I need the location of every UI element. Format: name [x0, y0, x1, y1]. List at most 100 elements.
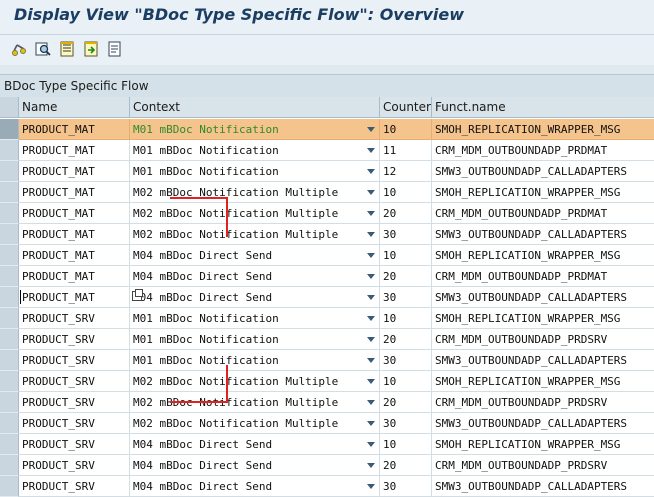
- cell-counter[interactable]: 30: [380, 350, 432, 371]
- print-icon[interactable]: [106, 40, 124, 58]
- row-selector[interactable]: [0, 329, 19, 350]
- cell-context[interactable]: M02 mBDoc Notification Multiple: [130, 371, 380, 392]
- row-selector[interactable]: [0, 182, 19, 203]
- dropdown-arrow-icon[interactable]: [367, 442, 375, 447]
- cell-name[interactable]: PRODUCT_SRV: [19, 392, 130, 413]
- cell-context[interactable]: M01 mBDoc Notification: [130, 350, 380, 371]
- list-icon[interactable]: [58, 40, 76, 58]
- cell-name[interactable]: PRODUCT_SRV: [19, 413, 130, 434]
- cell-context[interactable]: M04 mBDoc Direct Send: [130, 434, 380, 455]
- table-row[interactable]: PRODUCT_SRV M01 mBDoc Notification 30 SMW3_…: [0, 350, 654, 371]
- dropdown-arrow-icon[interactable]: [367, 169, 375, 174]
- cell-counter[interactable]: 30: [380, 287, 432, 308]
- dropdown-arrow-icon[interactable]: [367, 295, 375, 300]
- dropdown-arrow-icon[interactable]: [367, 358, 375, 363]
- table-row[interactable]: PRODUCT_MAT M01 mBDoc Notification 10 SMOH_…: [0, 119, 654, 140]
- cell-function-name[interactable]: CRM_MDM_OUTBOUNDADP_PRDSRV: [432, 329, 654, 350]
- cell-counter[interactable]: 20: [380, 203, 432, 224]
- cell-name[interactable]: PRODUCT_MAT: [19, 203, 130, 224]
- cell-context[interactable]: M01 mBDoc Notification: [130, 308, 380, 329]
- cell-function-name[interactable]: CRM_MDM_OUTBOUNDADP_PRDSRV: [432, 455, 654, 476]
- cell-context[interactable]: M02 mBDoc Notification Multiple: [130, 182, 380, 203]
- cell-function-name[interactable]: SMOH_REPLICATION_WRAPPER_MSG: [432, 245, 654, 266]
- cell-name[interactable]: PRODUCT_MAT: [19, 140, 130, 161]
- row-selector[interactable]: [0, 161, 19, 182]
- dropdown-arrow-icon[interactable]: [367, 400, 375, 405]
- cell-counter[interactable]: 10: [380, 434, 432, 455]
- cell-counter[interactable]: 11: [380, 140, 432, 161]
- cell-name[interactable]: PRODUCT_SRV: [19, 308, 130, 329]
- cell-function-name[interactable]: SMW3_OUTBOUNDADP_CALLADAPTERS: [432, 161, 654, 182]
- cell-function-name[interactable]: SMOH_REPLICATION_WRAPPER_MSG: [432, 182, 654, 203]
- cell-context[interactable]: M01 mBDoc Notification: [130, 119, 380, 140]
- cell-counter[interactable]: 30: [380, 476, 432, 497]
- cell-name[interactable]: PRODUCT_MAT: [19, 266, 130, 287]
- table-row[interactable]: PRODUCT_SRV M04 mBDoc Direct Send 20 CRM_MD…: [0, 455, 654, 476]
- table-row[interactable]: PRODUCT_MAT M01 mBDoc Notification 11 CRM_M…: [0, 140, 654, 161]
- column-header-context[interactable]: Context: [130, 97, 380, 118]
- table-row[interactable]: PRODUCT_SRV M04 mBDoc Direct Send 10 SMOH_R…: [0, 434, 654, 455]
- cell-function-name[interactable]: SMW3_OUTBOUNDADP_CALLADAPTERS: [432, 413, 654, 434]
- cell-function-name[interactable]: SMW3_OUTBOUNDADP_CALLADAPTERS: [432, 224, 654, 245]
- cell-function-name[interactable]: SMW3_OUTBOUNDADP_CALLADAPTERS: [432, 287, 654, 308]
- table-row[interactable]: PRODUCT_SRV M01 mBDoc Notification 20 CRM_M…: [0, 329, 654, 350]
- row-selector[interactable]: [0, 140, 19, 161]
- row-selector[interactable]: [0, 119, 19, 140]
- cell-function-name[interactable]: SMOH_REPLICATION_WRAPPER_MSG: [432, 434, 654, 455]
- cell-counter[interactable]: 20: [380, 329, 432, 350]
- cell-function-name[interactable]: SMOH_REPLICATION_WRAPPER_MSG: [432, 308, 654, 329]
- table-row[interactable]: PRODUCT_SRV M02 mBDoc Notification Multip…: [0, 392, 654, 413]
- row-selector[interactable]: [0, 224, 19, 245]
- cell-counter[interactable]: 30: [380, 224, 432, 245]
- cell-name[interactable]: PRODUCT_SRV: [19, 476, 130, 497]
- cell-context[interactable]: M01 mBDoc Notification: [130, 161, 380, 182]
- row-selector[interactable]: [0, 287, 19, 308]
- cell-name[interactable]: PRODUCT_MAT: [19, 224, 130, 245]
- dropdown-arrow-icon[interactable]: [367, 484, 375, 489]
- row-selector[interactable]: [0, 413, 19, 434]
- dropdown-arrow-icon[interactable]: [367, 379, 375, 384]
- table-row[interactable]: PRODUCT_SRV M04 mBDoc Direct Send 30 SMW3_O…: [0, 476, 654, 497]
- table-row[interactable]: PRODUCT_SRV M01 mBDoc Notification 10 SMOH_…: [0, 308, 654, 329]
- glasses-icon[interactable]: [10, 40, 28, 58]
- cell-name[interactable]: PRODUCT_MAT: [19, 161, 130, 182]
- cell-function-name[interactable]: SMOH_REPLICATION_WRAPPER_MSG: [432, 119, 654, 140]
- cell-name[interactable]: PRODUCT_MAT: [19, 182, 130, 203]
- cell-context[interactable]: M04 mBDoc Direct Send: [130, 287, 380, 308]
- dropdown-arrow-icon[interactable]: [367, 421, 375, 426]
- dropdown-arrow-icon[interactable]: [367, 337, 375, 342]
- cell-context[interactable]: M01 mBDoc Notification: [130, 140, 380, 161]
- table-row[interactable]: PRODUCT_SRV M02 mBDoc Notification Multip…: [0, 413, 654, 434]
- row-selector[interactable]: [0, 455, 19, 476]
- dropdown-arrow-icon[interactable]: [367, 232, 375, 237]
- dropdown-arrow-icon[interactable]: [367, 211, 375, 216]
- table-row[interactable]: PRODUCT_MAT M02 mBDoc Notification Multip…: [0, 203, 654, 224]
- cell-counter[interactable]: 30: [380, 413, 432, 434]
- dropdown-arrow-icon[interactable]: [367, 190, 375, 195]
- cell-function-name[interactable]: CRM_MDM_OUTBOUNDADP_PRDMAT: [432, 266, 654, 287]
- cell-function-name[interactable]: SMW3_OUTBOUNDADP_CALLADAPTERS: [432, 350, 654, 371]
- dropdown-arrow-icon[interactable]: [367, 463, 375, 468]
- cell-context[interactable]: M02 mBDoc Notification Multiple: [130, 203, 380, 224]
- cell-name[interactable]: PRODUCT_SRV: [19, 434, 130, 455]
- table-row[interactable]: PRODUCT_MAT M01 mBDoc Notification 12 SMW3_…: [0, 161, 654, 182]
- select-all-column[interactable]: [0, 97, 19, 118]
- column-header-name[interactable]: Name: [19, 97, 130, 118]
- row-selector[interactable]: [0, 350, 19, 371]
- cell-context[interactable]: M04 mBDoc Direct Send: [130, 245, 380, 266]
- table-row[interactable]: PRODUCT_SRV M02 mBDoc Notification Multip…: [0, 371, 654, 392]
- table-row[interactable]: PRODUCT_MAT M02 mBDoc Notification Multip…: [0, 182, 654, 203]
- cell-name[interactable]: PRODUCT_SRV: [19, 350, 130, 371]
- cell-context[interactable]: M04 mBDoc Direct Send: [130, 476, 380, 497]
- cell-context[interactable]: M01 mBDoc Notification: [130, 329, 380, 350]
- cell-function-name[interactable]: CRM_MDM_OUTBOUNDADP_PRDMAT: [432, 140, 654, 161]
- cell-name[interactable]: PRODUCT_SRV: [19, 329, 130, 350]
- row-selector[interactable]: [0, 266, 19, 287]
- cell-counter[interactable]: 10: [380, 182, 432, 203]
- export-icon[interactable]: [82, 40, 100, 58]
- cell-name[interactable]: PRODUCT_SRV: [19, 371, 130, 392]
- row-selector[interactable]: [0, 308, 19, 329]
- cell-counter[interactable]: 20: [380, 455, 432, 476]
- row-selector[interactable]: [0, 371, 19, 392]
- cell-counter[interactable]: 20: [380, 392, 432, 413]
